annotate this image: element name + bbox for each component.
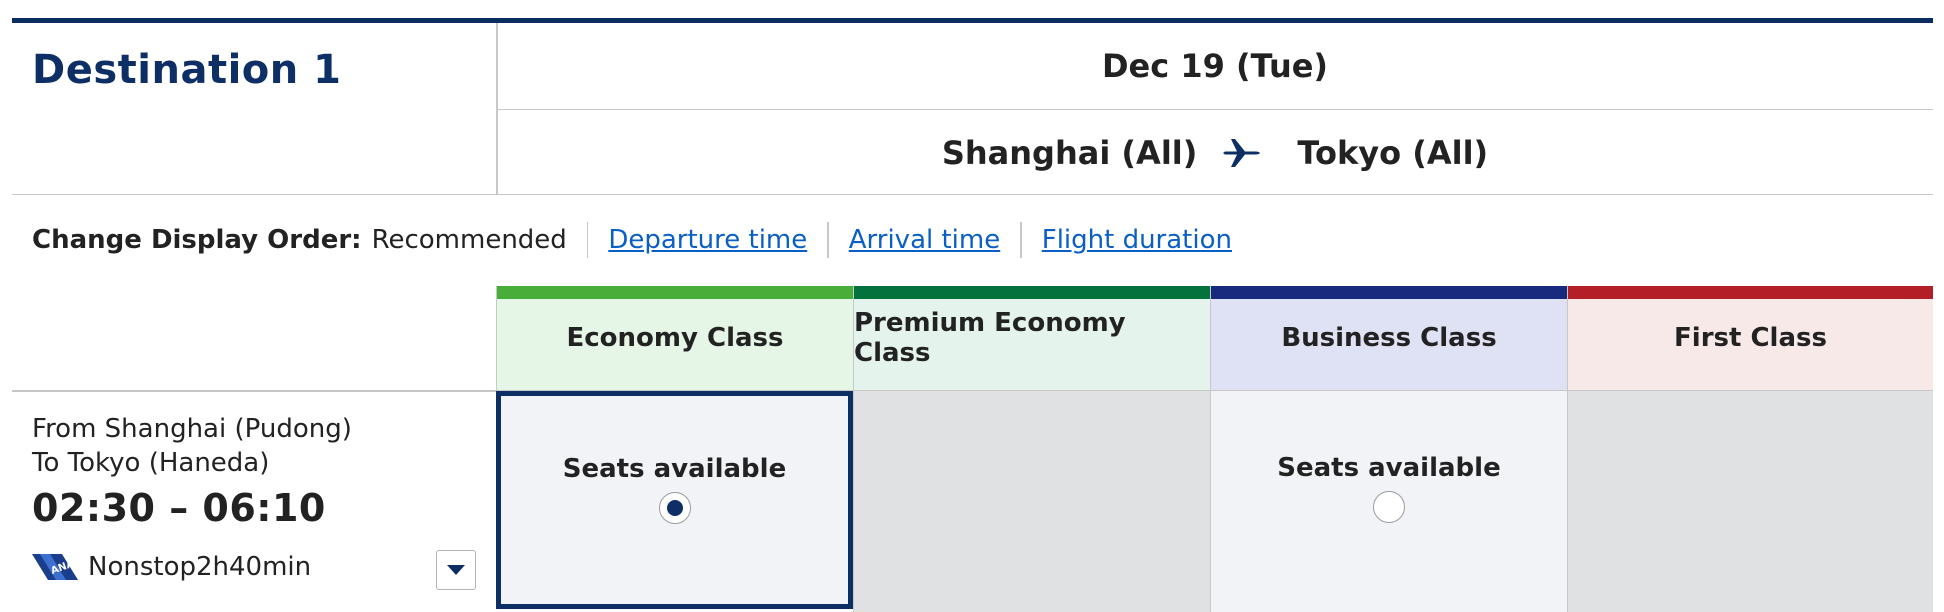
expand-details-button[interactable] bbox=[436, 550, 476, 590]
economy-fare-radio[interactable] bbox=[658, 492, 691, 524]
destination-city: Tokyo (All) bbox=[1297, 134, 1489, 172]
economy-class-label: Economy Class bbox=[566, 323, 784, 353]
premium-economy-fare-cell bbox=[853, 391, 1210, 612]
flight-to: To Tokyo (Haneda) bbox=[32, 448, 270, 478]
economy-class-header: Economy Class bbox=[496, 286, 853, 390]
sort-option-recommended: Recommended bbox=[371, 225, 567, 255]
display-order-label: Change Display Order: bbox=[32, 225, 362, 255]
flight-date: Dec 19 (Tue) bbox=[1101, 47, 1329, 85]
route-row: Shanghai (All) Tokyo (All) bbox=[497, 111, 1933, 195]
first-class-header: First Class bbox=[1567, 286, 1933, 390]
business-color-bar bbox=[1211, 286, 1567, 299]
radio-selected-dot bbox=[666, 500, 683, 516]
premium-economy-color-bar bbox=[854, 286, 1210, 299]
first-color-bar bbox=[1568, 286, 1933, 299]
flight-times: 02:30 – 06:10 bbox=[32, 486, 326, 530]
business-class-label: Business Class bbox=[1281, 323, 1497, 353]
display-order-bar: Change Display Order: Recommended Depart… bbox=[32, 220, 1252, 260]
date-row: Dec 19 (Tue) bbox=[497, 23, 1933, 110]
destination-title: Destination 1 bbox=[32, 47, 342, 93]
premium-economy-class-label: Premium Economy Class bbox=[854, 308, 1126, 368]
nonstop-duration: Nonstop2h40min bbox=[88, 552, 312, 582]
flight-from: From Shanghai (Pudong) bbox=[32, 414, 352, 444]
economy-fare-cell[interactable]: Seats available bbox=[496, 391, 853, 609]
first-fare-cell bbox=[1567, 391, 1933, 612]
sort-link-flight-duration[interactable]: Flight duration bbox=[1022, 225, 1252, 255]
business-fare-cell[interactable]: Seats available bbox=[1210, 391, 1567, 612]
first-class-label: First Class bbox=[1674, 323, 1827, 353]
airplane-icon bbox=[1223, 139, 1261, 167]
ana-logo-icon: ANA bbox=[32, 554, 78, 580]
economy-seat-status: Seats available bbox=[562, 454, 787, 484]
business-seat-status: Seats available bbox=[1277, 453, 1501, 483]
flight-meta: ANA Nonstop2h40min bbox=[32, 552, 311, 582]
chevron-down-icon bbox=[447, 565, 465, 575]
flight-info: From Shanghai (Pudong) To Tokyo (Haneda)… bbox=[32, 412, 352, 530]
sort-link-departure-time[interactable]: Departure time bbox=[588, 225, 827, 255]
business-class-header: Business Class bbox=[1210, 286, 1567, 390]
destination-header: Destination 1 Dec 19 (Tue) Shanghai (All… bbox=[12, 23, 1933, 195]
origin-city: Shanghai (All) bbox=[941, 134, 1198, 172]
business-fare-radio[interactable] bbox=[1373, 491, 1405, 523]
premium-economy-class-header: Premium Economy Class bbox=[853, 286, 1210, 390]
sort-link-arrival-time[interactable]: Arrival time bbox=[829, 225, 1020, 255]
flight-selection-page: Destination 1 Dec 19 (Tue) Shanghai (All… bbox=[0, 0, 1944, 612]
economy-color-bar bbox=[497, 286, 853, 299]
